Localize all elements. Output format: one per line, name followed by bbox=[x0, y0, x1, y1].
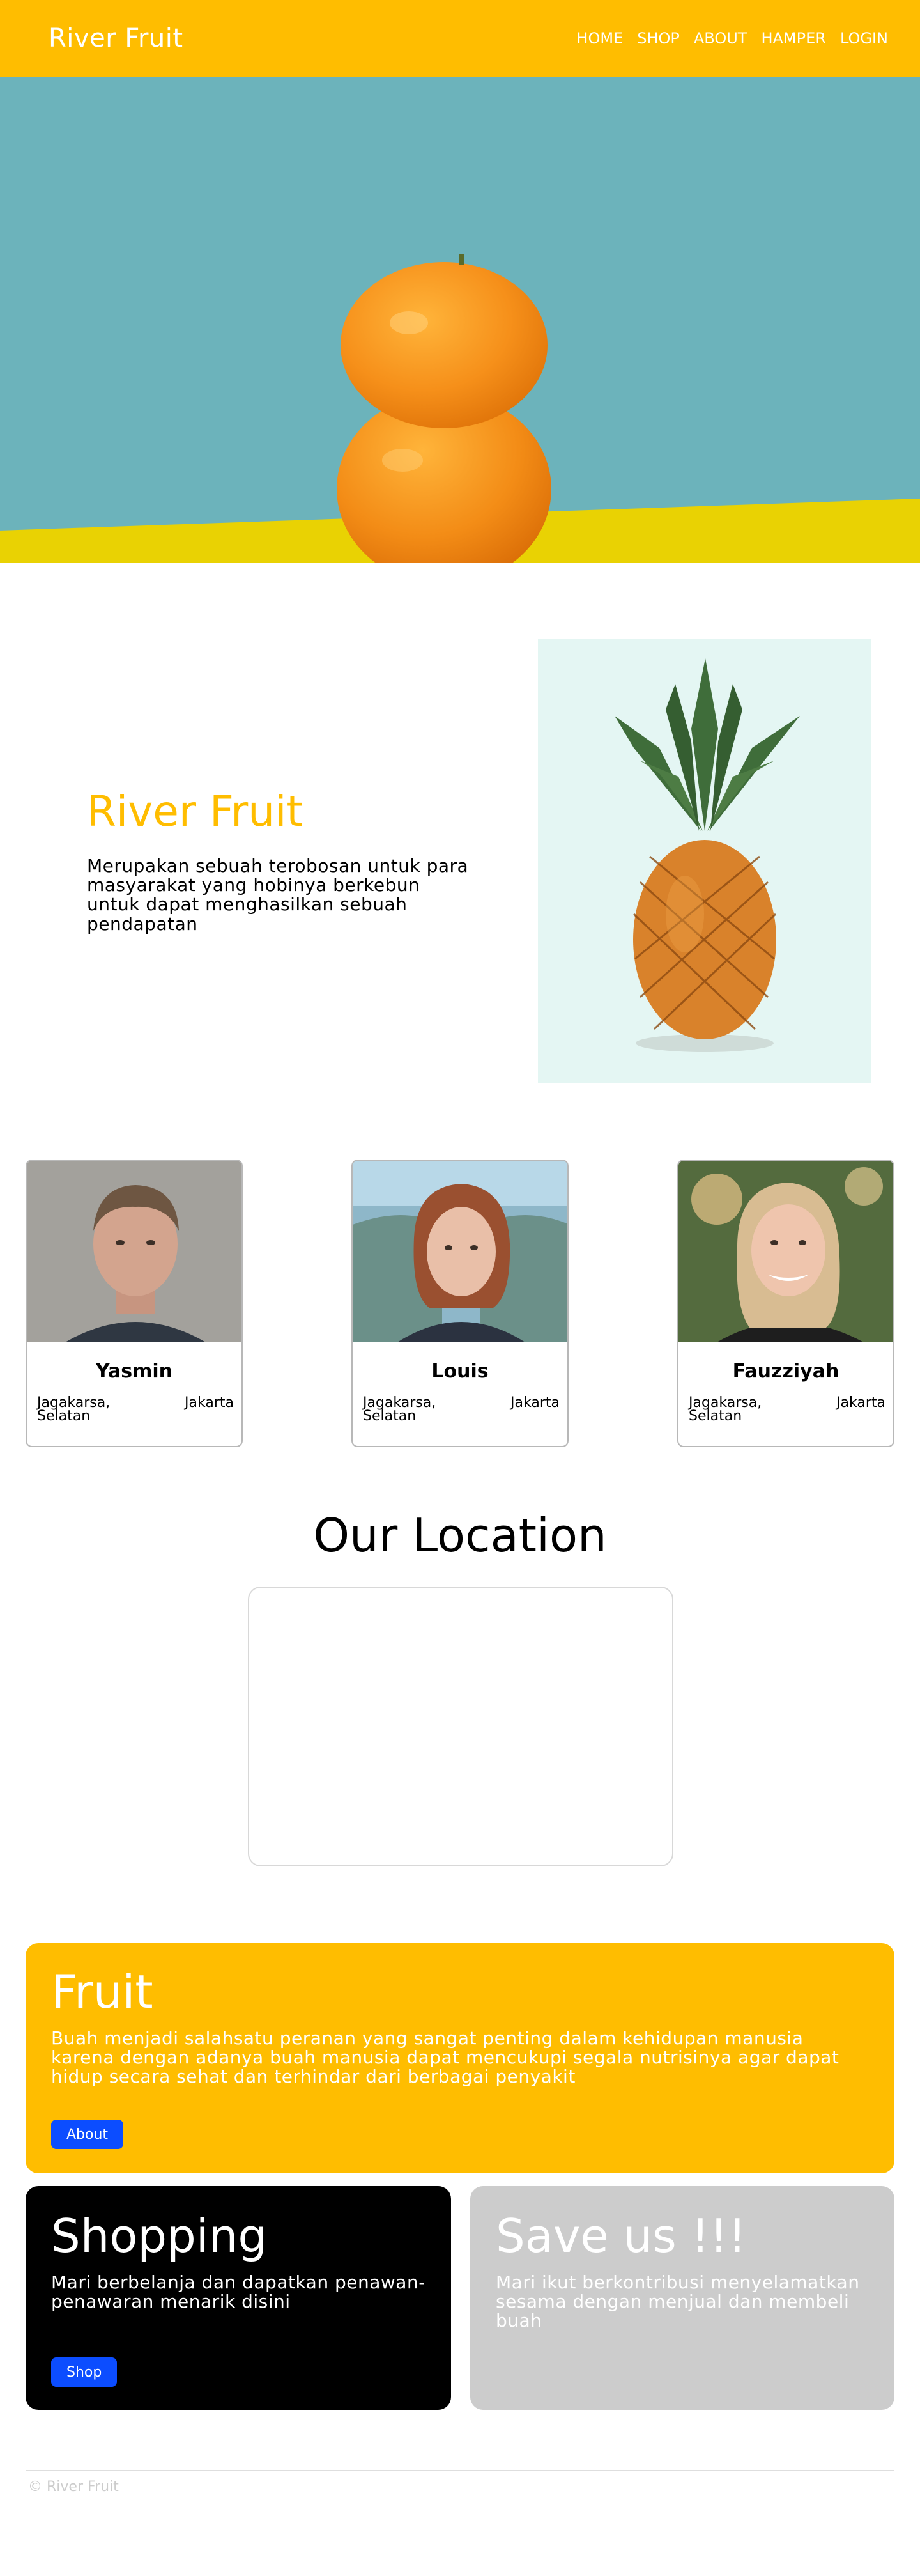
shopping-panel-title: Shopping bbox=[51, 2209, 268, 2263]
hero-image bbox=[0, 77, 920, 563]
portrait-illustration bbox=[678, 1161, 893, 1342]
team-member-name: Fauzziyah bbox=[732, 1360, 839, 1383]
team-card[interactable]: Fauzziyah Jagakarsa, Selatan Jakarta bbox=[677, 1160, 894, 1447]
team-member-area: Jagakarsa, Selatan bbox=[363, 1395, 436, 1424]
portrait-illustration bbox=[353, 1161, 567, 1342]
location-map[interactable] bbox=[248, 1587, 673, 1866]
main-nav: HOME SHOP ABOUT HAMPER LOGIN bbox=[576, 29, 888, 47]
team-card[interactable]: Yasmin Jagakarsa, Selatan Jakarta bbox=[26, 1160, 243, 1447]
about-title: River Fruit bbox=[87, 787, 303, 836]
about-section: River Fruit Merupakan sebuah terobosan u… bbox=[87, 788, 483, 934]
about-button[interactable]: About bbox=[51, 2120, 124, 2149]
portrait-illustration bbox=[27, 1161, 241, 1342]
team-member-name: Yasmin bbox=[96, 1360, 172, 1383]
nav-shop[interactable]: SHOP bbox=[637, 29, 680, 47]
shopping-panel-text: Mari berbelanja dan dapatkan penawan-pen… bbox=[51, 2271, 425, 2312]
nav-about[interactable]: ABOUT bbox=[694, 29, 747, 47]
fruit-panel-text: Buah menjadi salahsatu peranan yang sang… bbox=[51, 2027, 839, 2088]
location-title: Our Location bbox=[313, 1509, 607, 1562]
nav-home[interactable]: HOME bbox=[576, 29, 623, 47]
fruit-panel-title: Fruit bbox=[51, 1965, 153, 2019]
fruit-panel: Fruit Buah menjadi salahsatu peranan yan… bbox=[26, 1943, 894, 2173]
team-member-city: Jakarta bbox=[510, 1395, 560, 1411]
oranges-illustration bbox=[0, 77, 920, 563]
pineapple-image bbox=[538, 639, 871, 1083]
about-description: Merupakan sebuah terobosan untuk para ma… bbox=[87, 855, 469, 935]
nav-hamper[interactable]: HAMPER bbox=[761, 29, 825, 47]
team-card[interactable]: Louis Jagakarsa, Selatan Jakarta bbox=[351, 1160, 569, 1447]
woman-portrait-image bbox=[678, 1161, 893, 1342]
team-member-name: Louis bbox=[431, 1360, 489, 1383]
nav-login[interactable]: LOGIN bbox=[840, 29, 888, 47]
man-portrait-image bbox=[27, 1161, 241, 1342]
save-panel: Save us !!! Mari ikut berkontribusi meny… bbox=[470, 2186, 894, 2410]
team-member-area: Jagakarsa, Selatan bbox=[689, 1395, 762, 1424]
team-member-location: Jagakarsa, Selatan Jakarta bbox=[678, 1395, 893, 1424]
team-member-city: Jakarta bbox=[836, 1395, 885, 1411]
shopping-panel: Shopping Mari berbelanja dan dapatkan pe… bbox=[26, 2186, 451, 2410]
brand-logo[interactable]: River Fruit bbox=[49, 24, 183, 53]
team-member-location: Jagakarsa, Selatan Jakarta bbox=[27, 1395, 241, 1424]
team-member-location: Jagakarsa, Selatan Jakarta bbox=[353, 1395, 567, 1424]
footer-copyright: © River Fruit bbox=[28, 2479, 119, 2495]
site-header: River Fruit HOME SHOP ABOUT HAMPER LOGIN bbox=[0, 0, 920, 77]
team-member-area: Jagakarsa, Selatan bbox=[37, 1395, 111, 1424]
team-member-city: Jakarta bbox=[185, 1395, 234, 1411]
save-panel-title: Save us !!! bbox=[496, 2209, 747, 2263]
woman-portrait-image bbox=[353, 1161, 567, 1342]
pineapple-illustration bbox=[538, 639, 871, 1083]
save-panel-text: Mari ikut berkontribusi menyelamatkan se… bbox=[496, 2271, 860, 2332]
footer-divider bbox=[26, 2470, 894, 2471]
shop-button[interactable]: Shop bbox=[51, 2357, 118, 2387]
